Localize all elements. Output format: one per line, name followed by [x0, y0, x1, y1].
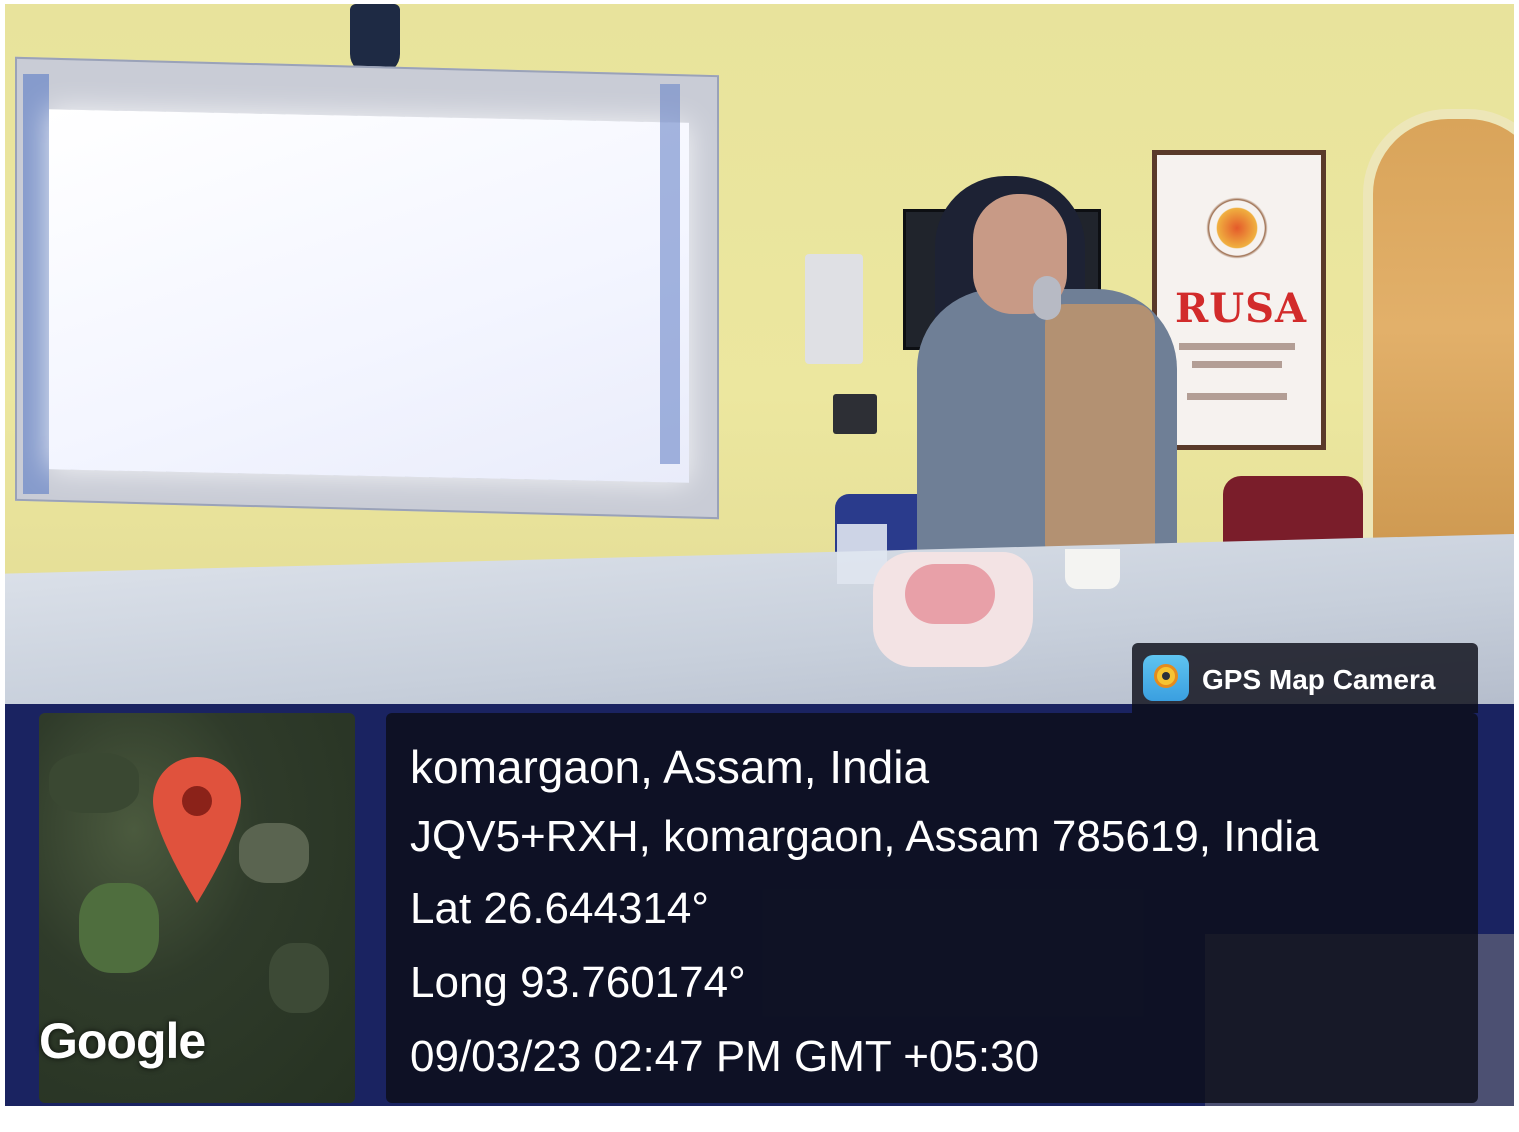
- tea-cup: [1065, 549, 1120, 589]
- camera-app-icon: [1143, 655, 1189, 701]
- poster-text-line: [1179, 343, 1295, 350]
- brand-label: GPS Map Camera: [1202, 664, 1436, 695]
- college-seal: [1202, 193, 1272, 263]
- latitude-line: Lat 26.644314°: [410, 884, 709, 933]
- smart-board-toolbar-right: [660, 84, 680, 464]
- rusa-poster: RUSA: [1152, 150, 1326, 450]
- poster-text-line: [1192, 361, 1282, 368]
- doorway-arch: [1363, 109, 1514, 549]
- map-pin-icon: [153, 757, 241, 903]
- microphone: [1033, 276, 1061, 320]
- map-field: [269, 943, 329, 1013]
- timestamp-line: 09/03/23 02:47 PM GMT +05:30: [410, 1032, 1040, 1081]
- smart-board-toolbar-left: [23, 74, 49, 494]
- smart-board-screen: [49, 109, 689, 483]
- address-line: JQV5+RXH, komargaon, Assam 785619, India: [410, 812, 1319, 861]
- wall-router: [833, 394, 877, 434]
- map-field: [239, 823, 309, 883]
- longitude-line: Long 93.760174°: [410, 958, 746, 1007]
- ceiling-projector: [350, 4, 400, 74]
- poster-text-line: [1187, 393, 1287, 400]
- wall-switchboard: [805, 254, 863, 364]
- map-field: [79, 883, 159, 973]
- location-title: komargaon, Assam, India: [410, 741, 930, 793]
- speaker-sari: [1045, 304, 1155, 564]
- gamosa-cloth-pattern: [905, 564, 995, 624]
- map-field: [49, 753, 139, 813]
- rusa-sign-text: RUSA: [1175, 285, 1308, 332]
- google-attribution: Google: [39, 1013, 206, 1069]
